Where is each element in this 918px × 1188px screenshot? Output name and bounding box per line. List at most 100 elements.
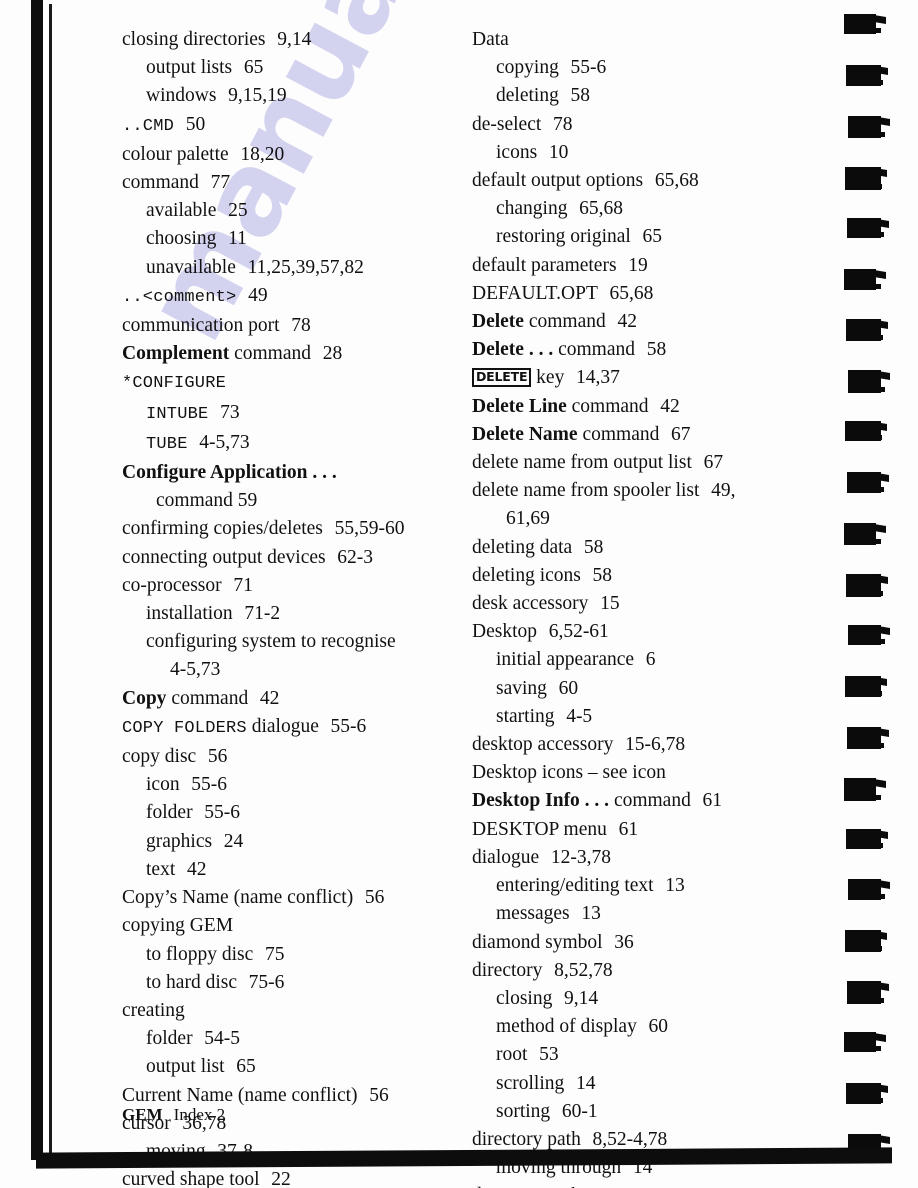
index-entry: copying GEM [112, 912, 442, 940]
index-entry-pages: 65 [231, 1056, 256, 1078]
index-entry-term: default output options [472, 170, 644, 192]
index-entry: COPY FOLDERS dialogue 55-6 [112, 713, 442, 743]
index-entry: ..CMD 50 [112, 111, 442, 141]
index-entry-term: DESKTOP menu [472, 818, 607, 840]
index-entry-qualifier: command [558, 339, 635, 361]
index-entry-pages: 62-3 [332, 546, 374, 568]
index-entry: to floppy disc 75 [112, 941, 442, 969]
index-entry: copying 55-6 [462, 54, 812, 82]
index-entry-qualifier: dialogue [251, 715, 319, 737]
index-entry: Delete command 42 [462, 308, 812, 336]
index-entry-term: desk accessory [472, 593, 589, 615]
index-entry-pages: 11,25,39,57,82 [242, 256, 364, 278]
index-entry: creating [112, 997, 442, 1025]
index-entry-term: available [146, 200, 217, 222]
index-entry-term: method of display [496, 1016, 637, 1038]
index-entry-pages: 60-1 [556, 1100, 598, 1122]
index-entry-term: Copy [122, 687, 167, 709]
index-entry-pages: 13 [660, 875, 685, 897]
index-entry-term: initial appearance [496, 649, 635, 671]
index-entry-term: de-select [472, 113, 542, 135]
index-entry-pages: 65,68 [604, 282, 654, 304]
index-entry: configuring system to recognise 4-5,73 [112, 628, 442, 684]
index-entry-pages: 58 [565, 85, 591, 107]
index-entry: INTUBE 73 [112, 399, 442, 429]
scanned-index-page: manualshive.com closing directories 9,14… [0, 0, 918, 1188]
index-entry-term: connecting output devices [122, 546, 326, 568]
index-entry: Desktop icons – see icon [462, 759, 812, 787]
index-entry-term: folder [146, 1028, 193, 1050]
index-entry-pages: 10 [543, 141, 569, 163]
index-entry: DELETE key 14,37 [462, 364, 812, 392]
index-entry-term: entering/editing text [496, 875, 654, 897]
index-entry-term: Desktop [472, 621, 537, 643]
index-entry-pages: 22 [266, 1169, 291, 1188]
index-entry-pages: 4-5 [561, 705, 593, 727]
index-entry: output list 65 [112, 1053, 442, 1081]
index-entry-term: windows [146, 85, 217, 107]
index-entry: copy disc 56 [112, 743, 442, 771]
index-entry-pages: 53 [534, 1044, 559, 1066]
index-entry-qualifier: command [528, 311, 606, 333]
index-entry-pages: 71-2 [239, 603, 281, 625]
index-entry-term: communication port [122, 315, 280, 337]
index-entry-term: to floppy disc [146, 943, 254, 965]
index-entry: Delete Line command 42 [462, 393, 812, 421]
index-entry-pages: 25 [223, 200, 248, 222]
index-entry: available 25 [112, 197, 442, 225]
index-entry-pages: 67 [698, 452, 724, 474]
index-entry-term: copying GEM [122, 915, 234, 937]
index-entry-pages: 12-3,78 [545, 846, 611, 868]
index-entry-term: Complement [122, 343, 230, 365]
index-entry-term: starting [496, 705, 555, 727]
index-entry-term: restoring original [496, 226, 631, 248]
index-entry-term: co-processor [122, 574, 222, 596]
index-entry: changing 65,68 [462, 195, 812, 223]
index-entry: starting 4-5 [462, 703, 812, 731]
index-entry-pages: 56 [364, 1084, 389, 1106]
index-entry-pages: 50 [180, 113, 206, 135]
index-entry-term: installation [146, 603, 233, 625]
page-footer: GEM Index 2 [122, 1105, 225, 1125]
index-entry-pages: 49 [243, 284, 268, 306]
index-entry: de-select 78 [462, 111, 812, 139]
index-entry: Configure Application . . . command 59 [112, 459, 442, 515]
index-entry-pages: 55-6 [199, 802, 240, 824]
index-entry-pages: 42 [182, 858, 207, 880]
index-entry-pages: 42 [255, 687, 280, 709]
index-entry-pages: 49, [706, 480, 736, 502]
index-entry: to hard disc 75-6 [112, 969, 442, 997]
index-entry: restoring original 65 [462, 223, 812, 251]
index-entry-term: root [496, 1044, 528, 1066]
index-entry-pages: 65 [637, 226, 663, 248]
index-entry: default output options 65,68 [462, 167, 812, 195]
index-entry-continuation: 61,69 [506, 508, 550, 530]
index-entry-term: deleting [496, 85, 559, 107]
index-entry-pages: 42 [612, 311, 637, 333]
index-entry: connecting output devices 62-3 [112, 544, 442, 572]
index-entry-term: curved shape tool [122, 1169, 260, 1188]
index-entry: default parameters 19 [462, 252, 812, 280]
index-entry: root 53 [462, 1041, 812, 1069]
index-entry-pages: 77 [205, 172, 231, 194]
index-entry-pages: 55,59-60 [329, 518, 405, 540]
index-entry: deleting data 58 [462, 534, 812, 562]
index-entry: directory path name 52-3,78 [462, 1182, 812, 1188]
index-entry: TUBE 4-5,73 [112, 429, 442, 459]
index-entry: folder 55-6 [112, 799, 442, 827]
index-column-right: Data copying 55-6 deleting 58 de-select 78 i… [462, 26, 812, 1188]
index-entry: Data [462, 26, 812, 54]
index-entry-pages: 6 [640, 649, 656, 671]
index-entry-pages: 61 [697, 790, 723, 812]
index-entry-term: Delete Name [472, 423, 578, 445]
index-entry-pages: 6,52-61 [543, 621, 609, 643]
index-entry: Desktop Info . . . command 61 [462, 787, 812, 815]
index-entry-term: Desktop Info . . . [472, 790, 610, 812]
index-entry-qualifier: command [582, 423, 660, 445]
index-entry: co-processor 71 [112, 572, 442, 600]
index-entry: colour palette 18,20 [112, 141, 442, 169]
index-entry-term: default parameters [472, 254, 617, 276]
index-entry-term: closing directories [122, 29, 266, 50]
index-entry: deleting icons 58 [462, 562, 812, 590]
index-entry-term: to hard disc [146, 971, 237, 993]
